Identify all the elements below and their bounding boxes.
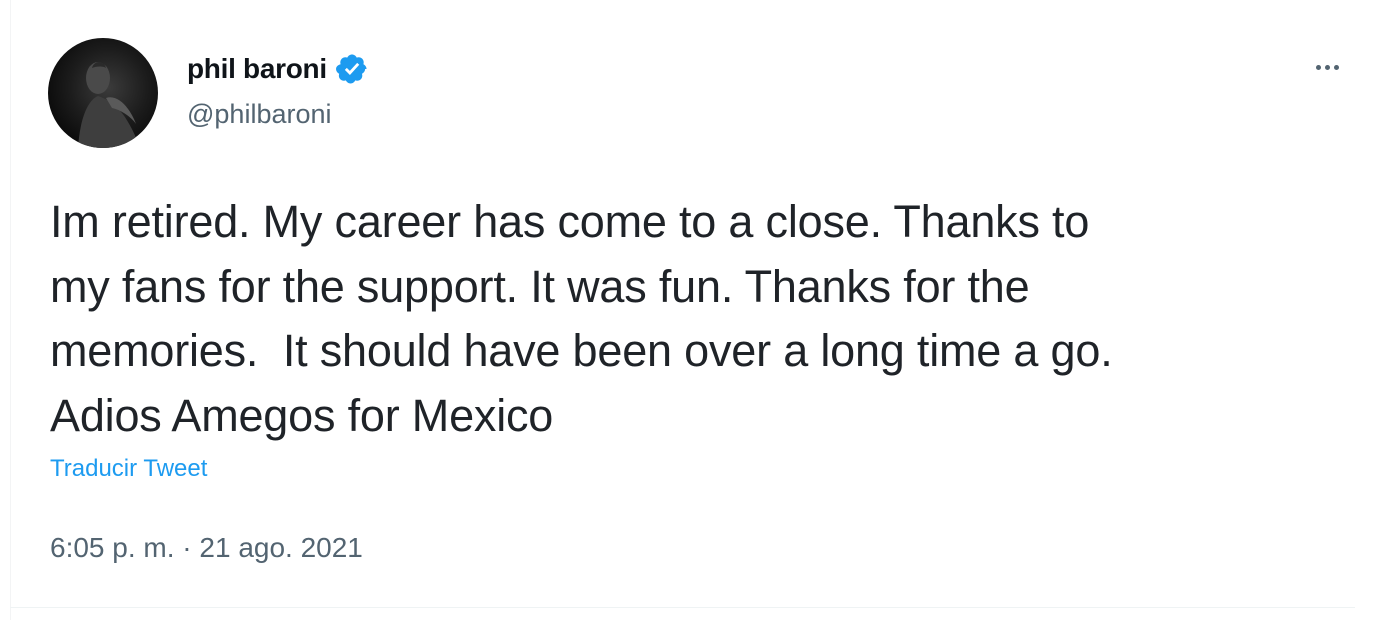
more-horizontal-icon — [1315, 64, 1321, 70]
tweet-text-line: my fans for the support. It was fun. Tha… — [50, 260, 1030, 312]
translate-tweet-link[interactable]: Traducir Tweet — [50, 455, 207, 483]
more-horizontal-icon-dot — [1324, 64, 1330, 70]
author-display-name[interactable]: phil baroni — [187, 53, 327, 85]
tweet-text-line: Im retired. My career has come to a clos… — [50, 196, 1090, 247]
verified-badge-icon — [335, 52, 369, 86]
author-avatar[interactable] — [48, 38, 158, 148]
more-horizontal-icon-dot — [1333, 64, 1339, 70]
tweet-card: phil baroni @philbaroni Im retired. My c… — [0, 0, 1384, 620]
divider — [10, 607, 1355, 608]
tweet-text-line: memories. It should have been over a lon… — [50, 325, 1113, 376]
tweet-text: Im retired. My career has come to a clos… — [50, 190, 1340, 448]
more-options-button[interactable] — [1305, 52, 1349, 82]
card-left-border — [10, 0, 11, 620]
author-name-row: phil baroni — [187, 52, 369, 86]
avatar-photo — [78, 62, 140, 148]
tweet-timestamp[interactable]: 6:05 p. m. · 21 ago. 2021 — [50, 532, 363, 564]
tweet-text-line: Adios Amegos for Mexico — [50, 389, 554, 441]
author-handle[interactable]: @philbaroni — [187, 99, 332, 130]
